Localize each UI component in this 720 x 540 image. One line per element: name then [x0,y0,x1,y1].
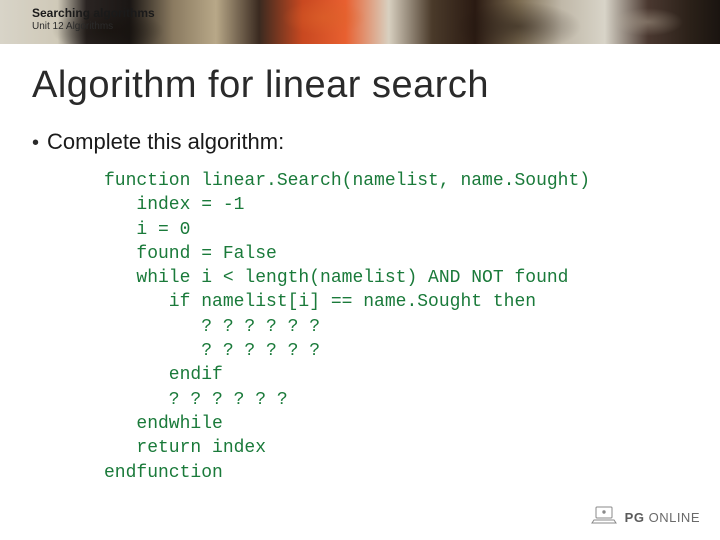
bullet-marker: • [32,133,39,153]
header-banner: Searching algorithms Unit 12 Algorithms [0,0,720,44]
footer-brand: PG ONLINE [591,505,700,530]
code-block: function linear.Search(namelist, name.So… [104,169,688,485]
banner-subtitle: Unit 12 Algorithms [32,21,155,32]
banner-text-block: Searching algorithms Unit 12 Algorithms [32,6,155,32]
slide-content: Algorithm for linear search • Complete t… [0,44,720,485]
bullet-item: • Complete this algorithm: [32,129,688,155]
slide-heading: Algorithm for linear search [32,64,688,107]
footer-brand-light: ONLINE [649,510,700,525]
footer-brand-bold: PG [625,510,645,525]
bullet-text: Complete this algorithm: [47,129,284,155]
banner-title: Searching algorithms [32,6,155,20]
footer-text: PG ONLINE [625,510,700,525]
laptop-icon [591,505,617,530]
